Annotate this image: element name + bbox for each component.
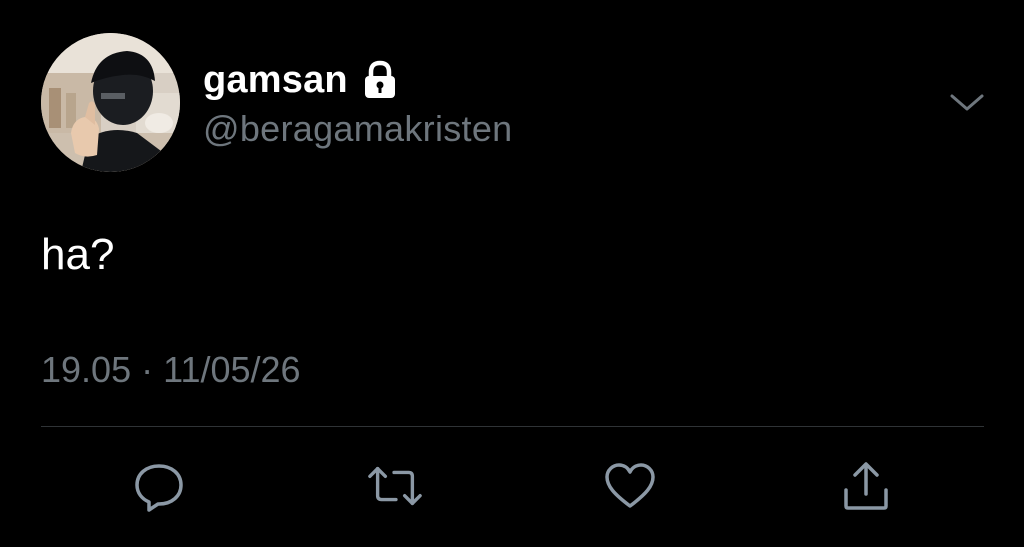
reply-icon: [135, 464, 183, 512]
lock-icon: [362, 60, 398, 100]
user-handle[interactable]: @beragamakristen: [203, 106, 512, 152]
divider: [41, 426, 984, 427]
tweet-detail: gamsan @beragamakristen ha? 19.05 · 11/0…: [0, 0, 1024, 547]
retweet-button[interactable]: [367, 458, 423, 514]
avatar[interactable]: [41, 33, 180, 172]
tweet-date: 11/05/26: [163, 349, 301, 390]
share-button[interactable]: [838, 458, 894, 514]
heart-icon: [605, 463, 655, 508]
retweet-icon: [368, 466, 422, 506]
like-button[interactable]: [602, 458, 658, 514]
display-name[interactable]: gamsan: [203, 56, 348, 104]
reply-button[interactable]: [131, 458, 187, 514]
tweet-time: 19.05: [41, 349, 132, 390]
timestamp[interactable]: 19.05 · 11/05/26: [41, 347, 301, 393]
share-icon: [844, 462, 888, 510]
tweet-text: ha?: [41, 230, 115, 279]
chevron-down-icon[interactable]: [948, 88, 986, 116]
avatar-photo: [41, 33, 180, 172]
timestamp-separator: ·: [141, 349, 154, 390]
author-name-row: gamsan: [203, 56, 398, 104]
